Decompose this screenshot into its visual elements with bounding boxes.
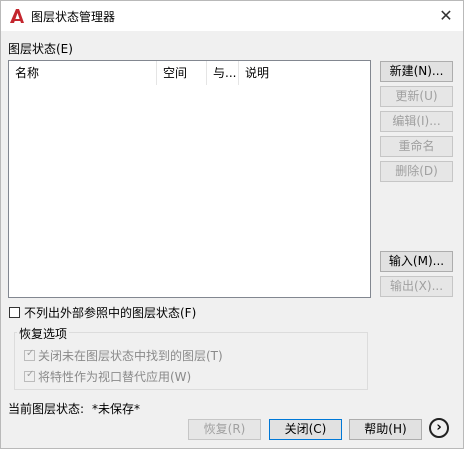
column-header-description[interactable]: 说明 — [239, 61, 370, 85]
column-header-name[interactable]: 名称 — [9, 61, 157, 85]
restore-options-title: 恢复选项 — [17, 325, 70, 342]
edit-button[interactable]: 编辑(I)... — [380, 111, 453, 132]
check-icon: ✓ — [26, 348, 35, 359]
exclude-xref-checkbox[interactable] — [9, 307, 20, 318]
layer-states-list[interactable]: 名称 空间 与... 说明 — [8, 60, 371, 298]
close-button[interactable]: 关闭(C) — [269, 419, 342, 440]
help-button[interactable]: 帮助(H) — [349, 419, 422, 440]
layer-state-manager-dialog: 图层状态管理器 ✕ 图层状态(E) 名称 空间 与... 说明 新建(N)...… — [0, 0, 464, 449]
new-button[interactable]: 新建(N)... — [380, 61, 453, 82]
apply-override-checkbox[interactable]: ✓ — [24, 369, 35, 382]
apply-override-label: 将特性作为视口替代应用(W) — [38, 370, 192, 384]
exclude-xref-label: 不列出外部参照中的图层状态(F) — [24, 306, 197, 320]
update-button[interactable]: 更新(U) — [380, 86, 453, 107]
more-options-icon[interactable]: › — [429, 418, 449, 438]
restore-button[interactable]: 恢复(R) — [188, 419, 261, 440]
window-title: 图层状态管理器 — [31, 10, 116, 24]
current-state-label: 当前图层状态: — [8, 402, 85, 416]
column-header-same-as-dwg[interactable]: 与... — [207, 61, 239, 85]
turn-off-layers-checkbox[interactable]: ✓ — [24, 348, 35, 361]
delete-button[interactable]: 删除(D) — [380, 161, 453, 182]
rename-button[interactable]: 重命名 — [380, 136, 453, 157]
column-header-space[interactable]: 空间 — [157, 61, 207, 85]
list-header: 名称 空间 与... 说明 — [9, 61, 370, 85]
export-button[interactable]: 输出(X)... — [380, 276, 453, 297]
layer-states-label: 图层状态(E) — [8, 42, 73, 56]
current-state-value: *未保存* — [92, 402, 141, 416]
check-icon: ✓ — [26, 369, 35, 380]
autocad-logo-icon — [10, 9, 24, 23]
import-button[interactable]: 输入(M)... — [380, 251, 453, 272]
turn-off-layers-label: 关闭未在图层状态中找到的图层(T) — [38, 349, 223, 363]
title-bar: 图层状态管理器 ✕ — [1, 1, 463, 31]
close-icon[interactable]: ✕ — [435, 5, 457, 27]
